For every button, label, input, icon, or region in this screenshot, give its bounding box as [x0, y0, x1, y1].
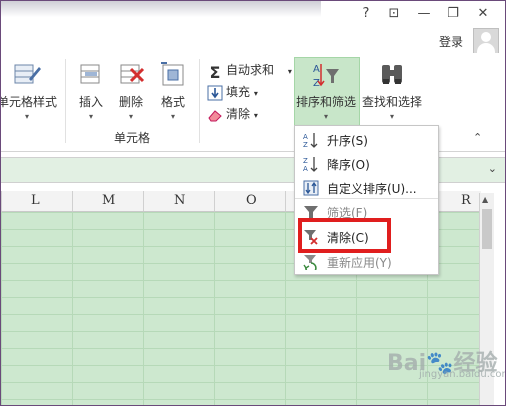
reapply-icon — [303, 254, 319, 274]
collapse-ribbon-button[interactable]: ⌃ — [473, 131, 482, 144]
scroll-thumb[interactable] — [482, 209, 492, 249]
svg-text:Z: Z — [303, 141, 308, 148]
sort-ascending-label: 升序(S) — [327, 134, 368, 148]
column-header-m[interactable]: M — [102, 193, 115, 208]
clear-filter-highlight-box — [298, 218, 391, 253]
fill-label: 填充 — [226, 85, 251, 99]
menu-separator — [295, 198, 438, 199]
help-button[interactable]: ? — [355, 5, 377, 23]
sigma-icon: Σ — [209, 62, 221, 82]
sort-filter-label: 排序和筛选 — [295, 95, 356, 109]
login-link[interactable]: 登录 — [439, 33, 463, 50]
column-divider — [214, 191, 215, 211]
scroll-up-icon[interactable]: ▲ — [482, 195, 488, 204]
column-header-r[interactable]: R — [461, 193, 471, 208]
menu-item-custom-sort[interactable]: 自定义排序(U)... — [295, 176, 438, 200]
custom-sort-label: 自定义排序(U)... — [327, 182, 417, 196]
clear-button[interactable]: 清除 ▾ — [207, 105, 258, 123]
column-divider — [72, 191, 73, 211]
insert-button[interactable]: 插入 ▾ — [73, 61, 109, 121]
cell-styles-button[interactable]: 单元格样式 ▾ — [0, 61, 59, 121]
column-header-l[interactable]: L — [31, 193, 40, 208]
reapply-label: 重新应用(Y) — [327, 256, 392, 270]
svg-text:A: A — [303, 133, 308, 141]
minimize-button[interactable]: — — [413, 5, 435, 23]
sort-ascending-icon: AZ — [303, 132, 319, 149]
chevron-down-icon: ▾ — [24, 112, 29, 121]
ribbon-display-options-button[interactable]: ⊡ — [383, 5, 405, 23]
column-divider — [285, 191, 286, 211]
format-button[interactable]: 格式 ▾ — [155, 61, 191, 121]
column-divider — [143, 191, 144, 211]
ribbon-separator — [199, 59, 200, 143]
svg-text:Z: Z — [303, 157, 308, 165]
sort-descending-icon: ZA — [303, 156, 319, 173]
cell-styles-icon — [13, 61, 41, 89]
watermark-url: jingyan.baidu.com — [419, 369, 506, 380]
find-select-button[interactable]: 查找和选择 ▾ — [360, 61, 424, 121]
ribbon-separator — [65, 59, 66, 143]
menu-item-reapply[interactable]: 重新应用(Y) — [295, 250, 438, 274]
delete-cells-icon — [117, 61, 145, 89]
title-shadow — [1, 1, 321, 17]
column-header-o[interactable]: O — [246, 193, 257, 208]
chevron-down-icon: ▾ — [287, 67, 292, 76]
insert-cells-icon — [77, 61, 105, 89]
find-select-label: 查找和选择 — [361, 95, 422, 109]
chevron-down-icon: ▾ — [128, 112, 133, 121]
fill-down-icon — [207, 85, 223, 101]
menu-item-sort-ascending[interactable]: AZ 升序(S) — [295, 128, 438, 152]
autosum-label: 自动求和 — [226, 63, 275, 77]
cell-styles-label: 单元格样式 — [0, 95, 57, 109]
chevron-down-icon: ▾ — [323, 112, 328, 121]
delete-button[interactable]: 删除 ▾ — [113, 61, 149, 121]
chevron-down-icon: ▾ — [389, 112, 394, 121]
sort-descending-label: 降序(O) — [327, 158, 370, 172]
chevron-down-icon: ▾ — [253, 111, 258, 120]
svg-text:A: A — [313, 64, 320, 75]
excel-window: ? ⊡ — ❐ ✕ 登录 单元格样式 ▾ 插入 ▾ 删除 ▾ 格式 ▾ 单元格 … — [0, 0, 506, 406]
column-header-n[interactable]: N — [174, 193, 185, 208]
fill-button[interactable]: 填充 ▾ — [207, 83, 258, 101]
autosum-button[interactable]: Σ 自动求和 ▾ — [207, 61, 292, 82]
expand-formula-bar-icon[interactable]: ⌄ — [488, 162, 497, 175]
delete-label: 删除 — [118, 95, 143, 109]
format-cells-icon — [159, 61, 187, 89]
sort-filter-icon: AZ — [312, 61, 340, 89]
chevron-down-icon: ▾ — [88, 112, 93, 121]
column-divider — [1, 191, 2, 211]
eraser-icon — [207, 107, 223, 123]
format-label: 格式 — [160, 95, 185, 109]
restore-button[interactable]: ❐ — [442, 5, 464, 23]
clear-label: 清除 — [226, 107, 251, 121]
close-button[interactable]: ✕ — [472, 5, 494, 23]
binoculars-icon — [378, 61, 406, 89]
title-bar: ? ⊡ — ❐ ✕ — [1, 1, 505, 27]
custom-sort-icon — [303, 180, 319, 196]
menu-item-sort-descending[interactable]: ZA 降序(O) — [295, 152, 438, 176]
svg-text:A: A — [303, 165, 308, 172]
chevron-down-icon: ▾ — [253, 89, 258, 98]
sort-filter-button[interactable]: AZ 排序和筛选 ▾ — [294, 61, 358, 121]
insert-label: 插入 — [78, 95, 103, 109]
cells-group-label: 单元格 — [114, 131, 151, 145]
chevron-down-icon: ▾ — [170, 112, 175, 121]
avatar[interactable] — [473, 28, 499, 54]
